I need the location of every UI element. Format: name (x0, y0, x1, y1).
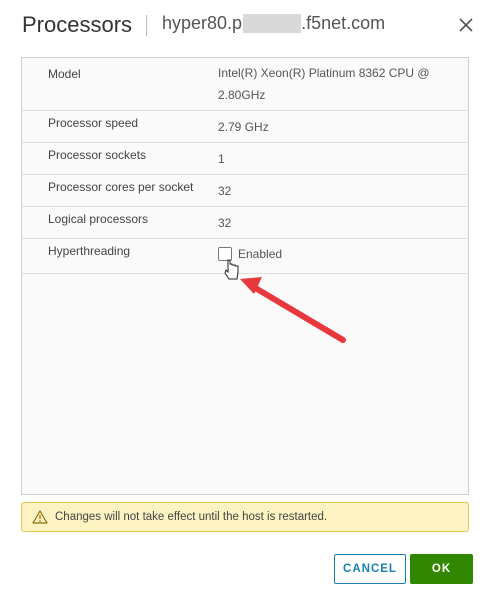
property-label: Model (48, 67, 81, 81)
property-row-model: Model Intel(R) Xeon(R) Platinum 8362 CPU… (22, 58, 468, 111)
host-name: hyper80.p .f5net.com (162, 13, 385, 34)
cancel-button[interactable]: CANCEL (334, 554, 406, 584)
ok-button[interactable]: OK (410, 554, 473, 584)
property-value: 1 (218, 152, 225, 166)
hyperthreading-checkbox-control[interactable]: Enabled (218, 247, 282, 261)
close-button[interactable] (456, 15, 476, 35)
title-separator (146, 15, 147, 36)
redaction-block (243, 14, 302, 33)
host-prefix: hyper80.p (162, 13, 243, 33)
warning-banner: Changes will not take effect until the h… (21, 502, 469, 532)
properties-panel: Model Intel(R) Xeon(R) Platinum 8362 CPU… (21, 57, 469, 495)
property-value: 2.79 GHz (218, 120, 269, 134)
property-value: 32 (218, 184, 232, 198)
property-value: Intel(R) Xeon(R) Platinum 8362 CPU @ 2.8… (218, 66, 430, 102)
property-row-sockets: Processor sockets 1 (22, 143, 468, 175)
property-row-speed: Processor speed 2.79 GHz (22, 111, 468, 143)
property-value: 32 (218, 216, 232, 230)
property-label: Logical processors (48, 212, 149, 226)
property-label: Processor cores per socket (48, 180, 194, 194)
property-label: Processor sockets (48, 148, 147, 162)
warning-triangle-icon (32, 510, 48, 524)
checkbox-label[interactable]: Enabled (238, 247, 282, 261)
property-label: Processor speed (48, 116, 139, 130)
hyperthreading-checkbox[interactable] (218, 247, 232, 261)
dialog-title: Processors (22, 12, 133, 37)
property-label: Hyperthreading (48, 244, 131, 258)
close-icon (459, 18, 473, 32)
property-row-hyperthreading: Hyperthreading Enabled (22, 239, 468, 274)
host-suffix: .f5net.com (301, 13, 386, 33)
property-row-logical: Logical processors 32 (22, 207, 468, 239)
warning-text: Changes will not take effect until the h… (55, 511, 328, 523)
property-row-cores: Processor cores per socket 32 (22, 175, 468, 207)
